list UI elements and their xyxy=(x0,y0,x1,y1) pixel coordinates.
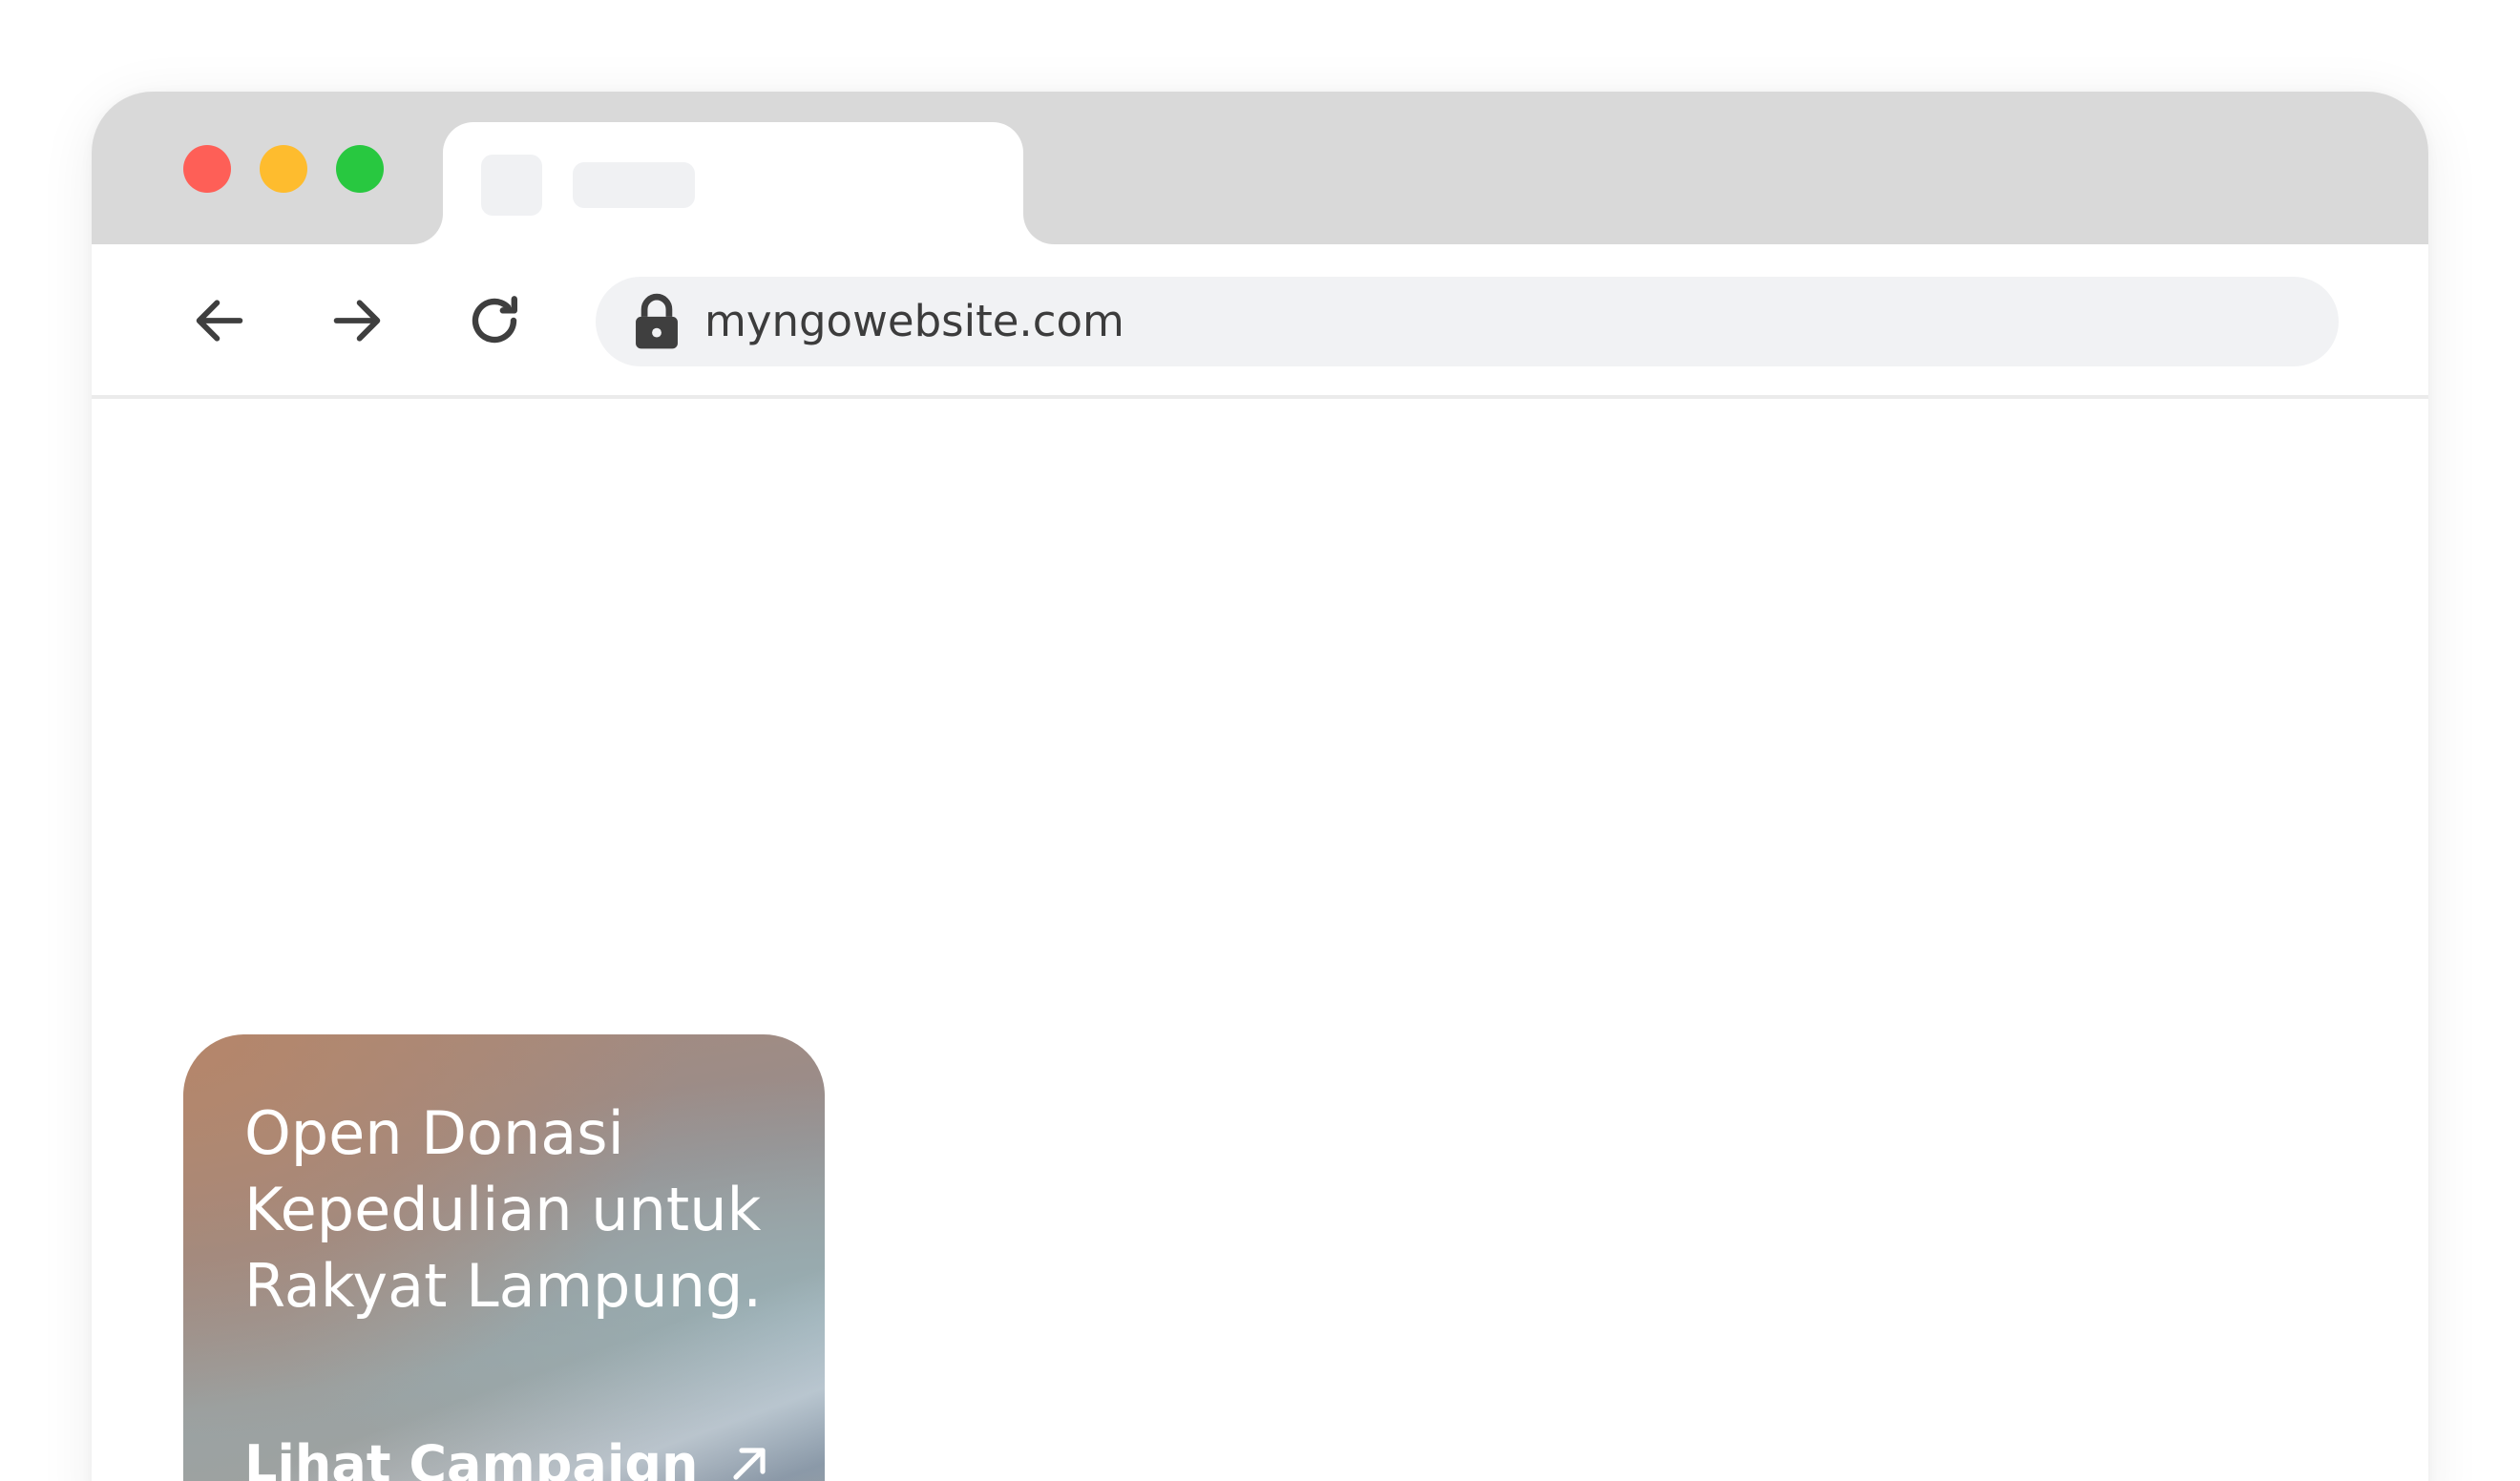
campaign-title-line-1: Open Donasi xyxy=(244,1098,624,1168)
window-maximize-button[interactable] xyxy=(336,145,384,193)
tab-favicon-icon xyxy=(481,155,542,216)
arrow-left-icon xyxy=(196,300,243,342)
browser-toolbar: myngowebsite.com xyxy=(92,244,2428,399)
tab-strip xyxy=(92,92,2428,244)
browser-window: myngowebsite.com Open Donasi Kepedulian … xyxy=(92,92,2428,1481)
lock-icon xyxy=(636,293,678,349)
campaign-title: Open Donasi Kepedulian untuk Rakyat Lamp… xyxy=(244,1095,779,1325)
browser-tab-active[interactable] xyxy=(443,122,1023,244)
tab-title-placeholder xyxy=(573,162,695,208)
reload-button[interactable] xyxy=(462,288,527,353)
address-bar[interactable]: myngowebsite.com xyxy=(596,277,2339,366)
back-button[interactable] xyxy=(187,288,252,353)
view-campaign-link[interactable]: Lihat Campaign xyxy=(244,1426,772,1481)
campaign-title-line-3: Rakyat Lampung. xyxy=(244,1251,763,1321)
window-minimize-button[interactable] xyxy=(260,145,307,193)
arrow-up-right-icon xyxy=(733,1448,766,1480)
page-content: Open Donasi Kepedulian untuk Rakyat Lamp… xyxy=(92,399,2428,1481)
forward-button[interactable] xyxy=(325,288,389,353)
campaign-card[interactable]: Open Donasi Kepedulian untuk Rakyat Lamp… xyxy=(183,1034,825,1481)
page-stage: myngowebsite.com Open Donasi Kepedulian … xyxy=(0,0,2520,1481)
url-text[interactable]: myngowebsite.com xyxy=(704,277,1124,366)
arrow-right-icon xyxy=(333,300,381,342)
reload-icon xyxy=(472,296,517,344)
campaign-title-line-2: Kepedulian untuk xyxy=(244,1175,762,1244)
view-campaign-label: Lihat Campaign xyxy=(244,1433,699,1481)
window-close-button[interactable] xyxy=(183,145,231,193)
